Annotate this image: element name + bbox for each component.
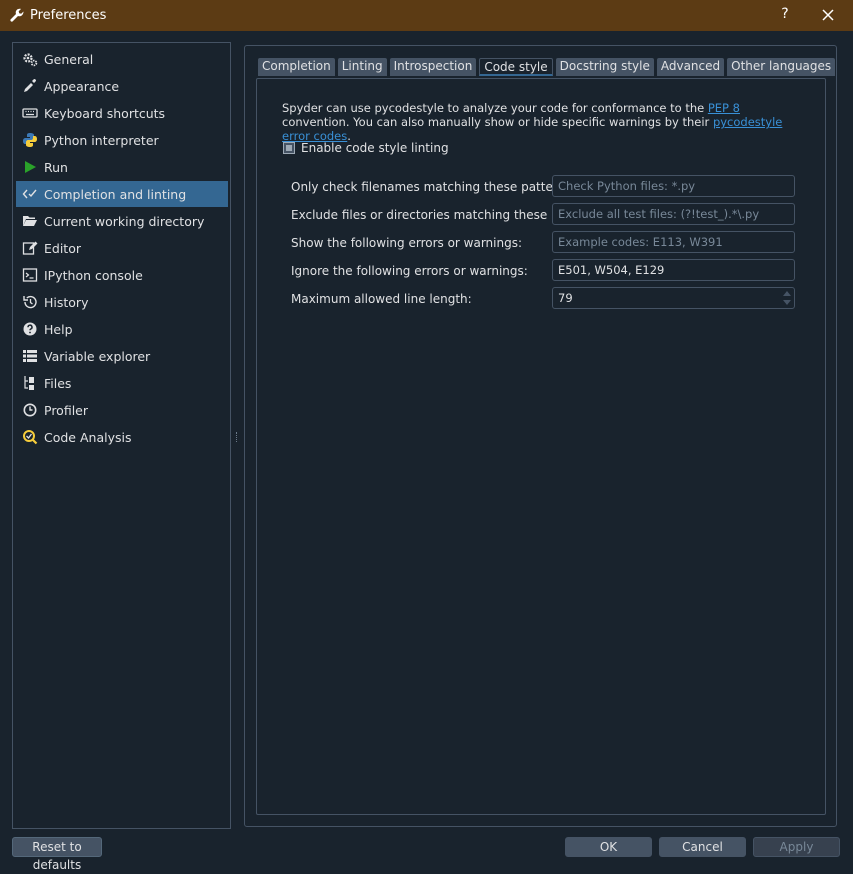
sidebar-item-run[interactable]: Run (16, 154, 228, 180)
sidebar-item-editor[interactable]: Editor (16, 235, 228, 261)
files-tree-icon (22, 375, 38, 391)
sidebar-item-label: Keyboard shortcuts (44, 105, 166, 121)
keyboard-icon (22, 105, 38, 121)
tab-code-style[interactable]: Code style (479, 58, 553, 76)
ignore-codes-input[interactable] (552, 259, 795, 281)
clock-icon (22, 402, 38, 418)
sidebar-item-ipython-console[interactable]: IPython console (16, 262, 228, 288)
apply-button[interactable]: Apply (753, 837, 840, 857)
history-icon (22, 294, 38, 310)
sidebar-item-profiler[interactable]: Profiler (16, 397, 228, 423)
table-icon (22, 348, 38, 364)
select-codes-input[interactable] (552, 231, 795, 253)
gears-icon (22, 51, 38, 67)
filename-patterns-label: Only check filenames matching these patt… (291, 180, 576, 194)
question-icon (22, 321, 38, 337)
sidebar-item-label: Appearance (44, 78, 120, 94)
ignore-codes-label: Ignore the following errors or warnings: (291, 264, 528, 278)
tab-docstring-style[interactable]: Docstring style (555, 58, 654, 76)
help-button[interactable]: ? (778, 6, 792, 22)
sidebar-item-label: Help (44, 321, 73, 337)
sidebar-item-current-working-directory[interactable]: Current working directory (16, 208, 228, 234)
sidebar-item-label: Code Analysis (44, 429, 132, 445)
sidebar-item-keyboard-shortcuts[interactable]: Keyboard shortcuts (16, 100, 228, 126)
sidebar-item-label: History (44, 294, 89, 310)
sidebar-item-label: Files (44, 375, 72, 391)
sidebar-item-completion-and-linting[interactable]: Completion and linting (16, 181, 228, 207)
max-line-length-spinbox[interactable] (552, 287, 795, 309)
play-icon (22, 159, 38, 175)
terminal-icon (22, 267, 38, 283)
tab-linting[interactable]: Linting (337, 58, 387, 76)
exclude-patterns-input[interactable] (552, 203, 795, 225)
chevron-up-icon (783, 291, 791, 296)
sidebar-item-variable-explorer[interactable]: Variable explorer (16, 343, 228, 369)
max-line-length-label: Maximum allowed line length: (291, 292, 472, 306)
enable-code-style-checkbox[interactable] (283, 142, 295, 154)
folder-open-icon (22, 213, 38, 229)
spinbox-arrows (781, 289, 793, 308)
sidebar-item-history[interactable]: History (16, 289, 228, 315)
sidebar-item-label: IPython console (44, 267, 143, 283)
spin-down-button[interactable] (781, 298, 793, 307)
filename-patterns-input[interactable] (552, 175, 795, 197)
splitter-handle[interactable] (236, 432, 239, 442)
enable-code-style-linting[interactable]: Enable code style linting (283, 141, 449, 155)
sidebar-item-label: Run (44, 159, 68, 175)
description-text: convention. You can also manually show o… (282, 115, 713, 129)
sidebar-item-label: Profiler (44, 402, 89, 418)
python-icon (22, 132, 38, 148)
code-analysis-icon (22, 429, 38, 445)
select-codes-label: Show the following errors or warnings: (291, 236, 523, 250)
preferences-sidebar: General Appearance Keyboard shortcuts Py… (12, 42, 231, 829)
pep8-link[interactable]: PEP 8 (708, 101, 740, 115)
title-bar: Preferences ? (0, 0, 853, 31)
window-title: Preferences (30, 8, 107, 23)
sidebar-item-label: Python interpreter (44, 132, 159, 148)
sidebar-item-appearance[interactable]: Appearance (16, 73, 228, 99)
tab-other-languages[interactable]: Other languages (727, 58, 836, 76)
close-button[interactable] (820, 7, 836, 23)
spin-up-button[interactable] (781, 289, 793, 298)
eyedropper-icon (22, 78, 38, 94)
code-style-description: Spyder can use pycodestyle to analyze yo… (282, 101, 802, 143)
sidebar-item-help[interactable]: Help (16, 316, 228, 342)
sidebar-item-label: Current working directory (44, 213, 205, 229)
sidebar-item-code-analysis[interactable]: Code Analysis (16, 424, 228, 450)
cancel-button[interactable]: Cancel (659, 837, 746, 857)
enable-code-style-label: Enable code style linting (301, 141, 449, 155)
tab-introspection[interactable]: Introspection (389, 58, 477, 76)
tab-advanced[interactable]: Advanced (656, 58, 725, 76)
tab-completion[interactable]: Completion (258, 58, 335, 76)
reset-to-defaults-button[interactable]: Reset to defaults (12, 837, 102, 872)
wrench-icon (9, 8, 25, 24)
sidebar-item-files[interactable]: Files (16, 370, 228, 396)
tab-bar: Completion Linting Introspection Code st… (258, 58, 838, 77)
sidebar-item-label: Editor (44, 240, 81, 256)
sidebar-item-label: General (44, 51, 94, 67)
code-check-icon (22, 186, 38, 202)
edit-icon (22, 240, 38, 256)
sidebar-item-label: Variable explorer (44, 348, 151, 364)
ok-button[interactable]: OK (565, 837, 652, 857)
close-icon (822, 9, 834, 21)
chevron-down-icon (783, 300, 791, 305)
sidebar-item-python-interpreter[interactable]: Python interpreter (16, 127, 228, 153)
sidebar-item-general[interactable]: General (16, 46, 228, 72)
sidebar-item-label: Completion and linting (44, 186, 187, 202)
description-text: Spyder can use pycodestyle to analyze yo… (282, 101, 708, 115)
